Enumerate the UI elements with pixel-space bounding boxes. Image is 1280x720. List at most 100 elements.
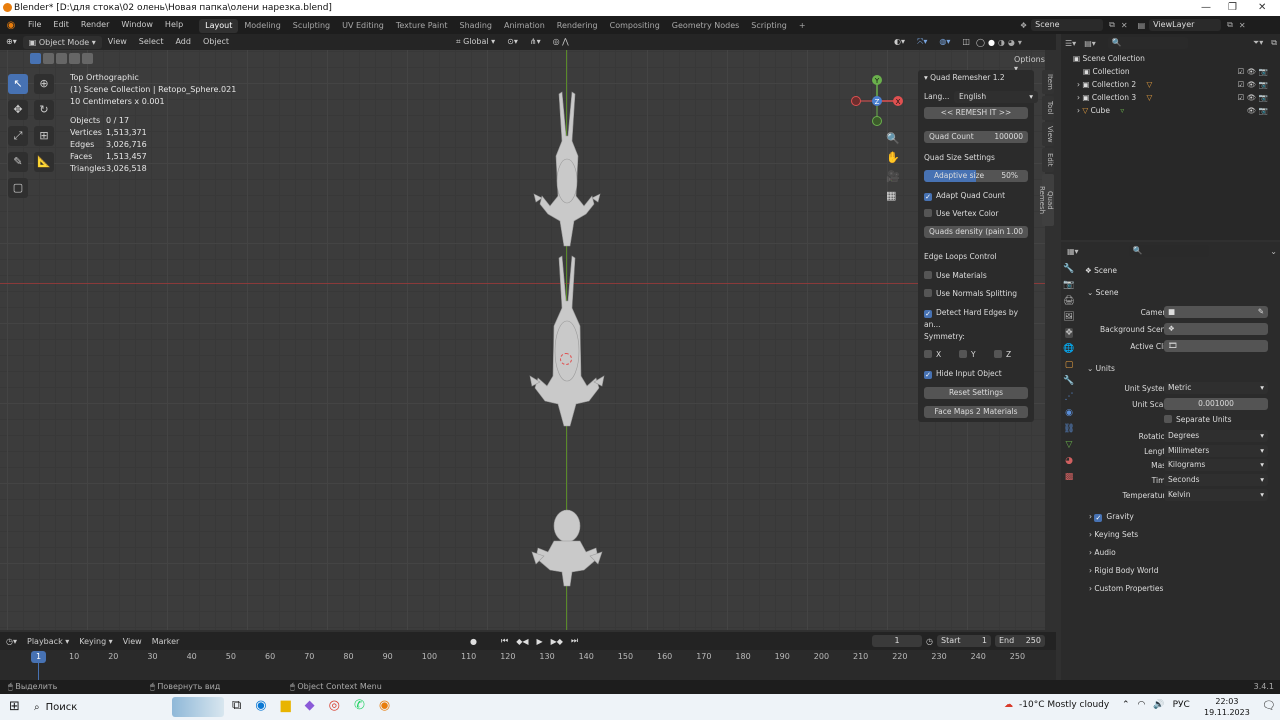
record-icon[interactable]: ●	[470, 637, 477, 646]
blender-taskbar-icon[interactable]: ◉	[379, 698, 390, 713]
editor-type-icon[interactable]: ▦▾	[1067, 247, 1079, 256]
next-keyframe-icon[interactable]: ▶◆	[551, 637, 563, 646]
taskbar-search[interactable]: ⌕ Поиск	[34, 697, 170, 717]
tab-layout[interactable]: Layout	[199, 19, 239, 33]
temperature-select[interactable]: Kelvin ▾	[1164, 489, 1268, 501]
scene-icon[interactable]: ❖	[1020, 21, 1027, 30]
notifications-icon[interactable]: 🗨	[1262, 699, 1276, 712]
density-field[interactable]: Quads density (pain 1.00	[924, 226, 1028, 238]
mass-select[interactable]: Kilograms ▾	[1164, 459, 1268, 471]
overlay-icon[interactable]: ◍▾	[933, 34, 956, 50]
measure-icon[interactable]: 📐	[34, 152, 54, 172]
cursor-icon[interactable]: ⊕	[34, 74, 54, 94]
add-cube-icon[interactable]: ▢	[8, 178, 28, 198]
use-vertex-color-checkbox[interactable]: Use Vertex Color	[924, 208, 1028, 220]
blender-menu-icon[interactable]: ◉	[0, 20, 22, 31]
tab-view[interactable]: View	[1042, 122, 1054, 146]
menu-keying[interactable]: Keying ▾	[79, 637, 112, 646]
separate-units-row[interactable]: Separate Units	[1061, 413, 1280, 426]
chrome-icon[interactable]: ◎	[329, 698, 340, 713]
select-subtract-icon[interactable]	[56, 53, 67, 64]
menu-window[interactable]: Window	[115, 16, 159, 34]
sym-y-checkbox[interactable]: Y	[959, 349, 976, 361]
scene-selector[interactable]: Scene	[1031, 19, 1104, 31]
camera-view-icon[interactable]: 🎥	[886, 170, 900, 183]
visibility-icon[interactable]: ◐▾	[888, 34, 911, 50]
menu-playback[interactable]: Playback ▾	[27, 637, 69, 646]
tab-animation[interactable]: Animation	[498, 19, 551, 33]
scale-icon[interactable]: ⤢	[8, 126, 28, 146]
output-tab-icon[interactable]: 🖨	[1063, 296, 1074, 306]
new-view-layer-icon[interactable]: ⧉	[1227, 20, 1233, 30]
use-normals-checkbox[interactable]: Use Normals Splitting	[924, 288, 1028, 300]
add-workspace-icon[interactable]: +	[793, 19, 812, 33]
pan-hand-icon[interactable]: ✋	[886, 151, 900, 164]
delete-scene-icon[interactable]: ✕	[1121, 21, 1128, 30]
use-materials-checkbox[interactable]: Use Materials	[924, 270, 1028, 282]
rendered-shading-icon[interactable]: ◕	[1008, 38, 1015, 47]
weather-widget[interactable]: ☁ -10°C Mostly cloudy	[1004, 700, 1109, 710]
end-frame-field[interactable]: End 250	[994, 635, 1045, 647]
start-frame-field[interactable]: Start 1	[936, 635, 991, 647]
unit-system-select[interactable]: Metric ▾	[1164, 382, 1268, 394]
perspective-grid-icon[interactable]: ▦	[886, 189, 900, 202]
timeline-editor-icon[interactable]: ◷▾	[6, 637, 17, 646]
volume-icon[interactable]: 🔊	[1153, 700, 1164, 710]
tab-sculpting[interactable]: Sculpting	[287, 19, 336, 33]
outliner-item[interactable]: › ▣ Collection 2 ▽ ☑ 👁 📷	[1061, 78, 1280, 91]
move-icon[interactable]: ✥	[8, 100, 28, 120]
render-tab-icon[interactable]: 📷	[1063, 280, 1074, 290]
3d-viewport[interactable]: ↖ ⊕ ✥ ↻ ⤢ ⊞ ✎ 📐 ▢ Top Orthographic (1) S…	[0, 50, 1045, 630]
material-shading-icon[interactable]: ◑	[998, 38, 1005, 47]
whatsapp-icon[interactable]: ✆	[354, 698, 365, 713]
wireframe-shading-icon[interactable]: ◯	[976, 38, 985, 47]
rotate-icon[interactable]: ↻	[34, 100, 54, 120]
app-icon[interactable]: ◆	[305, 698, 315, 713]
chevron-down-icon[interactable]: ⌄	[1270, 247, 1277, 256]
menu-view[interactable]: View	[102, 34, 133, 50]
object-tab-icon[interactable]: ▢	[1065, 360, 1074, 370]
menu-render[interactable]: Render	[75, 16, 115, 34]
tab-scripting[interactable]: Scripting	[745, 19, 793, 33]
outliner-item[interactable]: ▣ Collection ☑ 👁 📷	[1061, 65, 1280, 78]
time-select[interactable]: Seconds ▾	[1164, 474, 1268, 486]
maximize-icon[interactable]: ❐	[1228, 2, 1237, 13]
language-select[interactable]: English ▾	[954, 91, 1038, 103]
tab-uv-editing[interactable]: UV Editing	[336, 19, 390, 33]
mode-selector[interactable]: ▣ Object Mode ▾	[22, 35, 102, 49]
minimize-icon[interactable]: —	[1201, 2, 1211, 13]
scene-section-header[interactable]: ⌄ Scene	[1087, 286, 1280, 299]
outliner-item[interactable]: › ▽ Cube ▿ 👁 📷	[1061, 104, 1280, 117]
xray-icon[interactable]: ◫	[956, 34, 976, 50]
sym-x-checkbox[interactable]: X	[924, 350, 941, 359]
tab-geometry-nodes[interactable]: Geometry Nodes	[666, 19, 745, 33]
select-intersect-icon[interactable]	[82, 53, 93, 64]
select-extend-icon[interactable]	[43, 53, 54, 64]
outliner-search[interactable]: 🔍	[1107, 37, 1188, 49]
jump-end-icon[interactable]: ⏭	[571, 636, 578, 646]
edge-browser-icon[interactable]: ◉	[255, 698, 266, 713]
tab-edit[interactable]: Edit	[1042, 148, 1054, 172]
solid-shading-icon[interactable]: ●	[988, 38, 995, 47]
windows-start-icon[interactable]: ⊞	[9, 699, 20, 714]
gizmo-icon[interactable]: ⤧▾	[911, 34, 933, 50]
face-maps-button[interactable]: Face Maps 2 Materials	[924, 406, 1028, 418]
quad-count-field[interactable]: Quad Count 100000	[924, 131, 1028, 143]
preview-range-icon[interactable]: ◷	[926, 637, 933, 646]
editor-type-icon[interactable]: ⊕▾	[0, 34, 23, 50]
adaptive-size-slider[interactable]: Adaptive size 50%	[924, 170, 1028, 182]
units-section-header[interactable]: ⌄ Units	[1087, 362, 1280, 375]
task-view-icon[interactable]: ⧉	[232, 698, 241, 713]
prev-keyframe-icon[interactable]: ◆◀	[516, 637, 528, 646]
adapt-quad-count-checkbox[interactable]: ✓ Adapt Quad Count	[924, 190, 1028, 202]
view-layer-selector[interactable]: ViewLayer	[1149, 19, 1222, 31]
tab-modeling[interactable]: Modeling	[238, 19, 286, 33]
active-clip-field[interactable]: 🎞	[1164, 340, 1268, 352]
playhead[interactable]: 1	[31, 651, 46, 663]
tab-item[interactable]: Item	[1042, 70, 1054, 94]
jump-start-icon[interactable]: ⏮	[501, 636, 508, 646]
rigid-body-world-section[interactable]: › Rigid Body World	[1089, 564, 1280, 577]
gravity-section[interactable]: › ✓ Gravity	[1089, 510, 1280, 523]
zoom-icon[interactable]: 🔍	[886, 132, 900, 145]
custom-properties-section[interactable]: › Custom Properties	[1089, 582, 1280, 595]
